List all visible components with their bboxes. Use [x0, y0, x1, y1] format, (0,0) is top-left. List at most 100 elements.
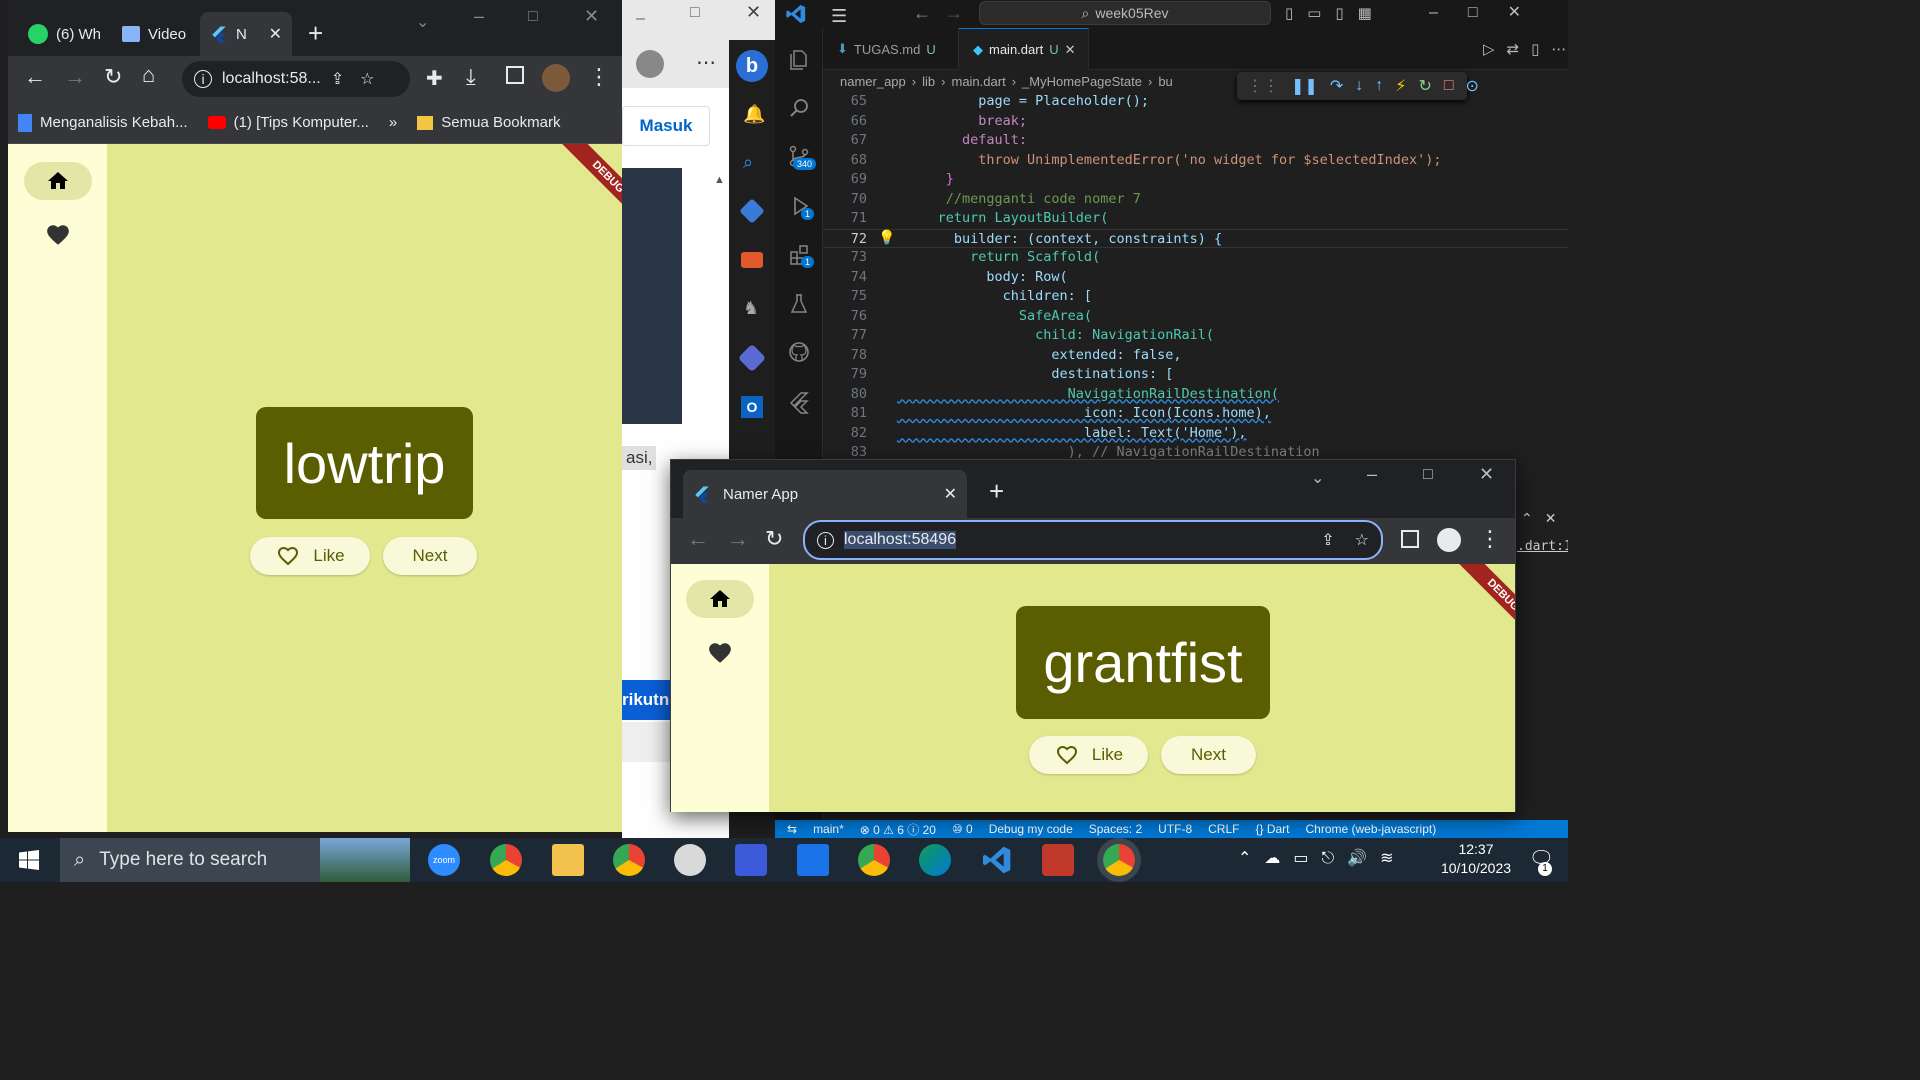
- back-icon[interactable]: ←: [687, 526, 709, 552]
- bookmark-star-icon[interactable]: ☆: [360, 69, 374, 89]
- close-tab-icon[interactable]: ✕: [1065, 42, 1076, 58]
- status-language[interactable]: {} Dart: [1255, 822, 1289, 836]
- edge-icon[interactable]: [919, 844, 951, 876]
- vscode-taskbar-icon[interactable]: [981, 844, 1013, 876]
- bing-copilot-icon[interactable]: b: [736, 50, 768, 82]
- status-eol[interactable]: CRLF: [1208, 822, 1239, 836]
- clock[interactable]: 12:37 10/10/2023: [1436, 840, 1516, 878]
- snipping-tool-icon[interactable]: [674, 844, 706, 876]
- notification-bell-icon[interactable]: 🔔: [743, 104, 765, 125]
- app-icon[interactable]: [735, 844, 767, 876]
- mail-icon[interactable]: [797, 844, 829, 876]
- breadcrumb-method[interactable]: bu: [1158, 74, 1172, 89]
- testing-flask-icon[interactable]: [787, 292, 811, 316]
- rail-home-destination[interactable]: [24, 162, 92, 200]
- new-tab-icon[interactable]: +: [989, 476, 1004, 507]
- status-debug[interactable]: Debug my code: [989, 822, 1073, 836]
- profile-avatar-icon[interactable]: [636, 50, 664, 78]
- minimize-icon[interactable]: –: [474, 6, 484, 27]
- blue-banner-text[interactable]: rikutn: [622, 680, 670, 720]
- reload-icon[interactable]: ↻: [765, 526, 783, 552]
- bookmark-star-icon[interactable]: ☆: [1355, 530, 1369, 550]
- address-bar[interactable]: i localhost:58496 ⇪ ☆: [803, 520, 1383, 560]
- copilot-icon[interactable]: [737, 343, 767, 373]
- tab-namer-app[interactable]: Namer App ✕: [683, 470, 967, 518]
- tab-tugas-md[interactable]: ⬇ TUGAS.md U: [823, 28, 959, 70]
- breadcrumb-lib[interactable]: lib: [922, 74, 935, 89]
- taskbar-search[interactable]: ⌕ Type here to search: [60, 838, 410, 882]
- close-tab-icon[interactable]: ✕: [944, 484, 957, 504]
- home-icon[interactable]: ⌂: [142, 62, 155, 88]
- back-icon[interactable]: ←: [913, 3, 931, 24]
- download-icon[interactable]: ⤓: [466, 64, 476, 90]
- close-tab-icon[interactable]: ✕: [269, 24, 282, 44]
- back-icon[interactable]: ←: [24, 64, 46, 90]
- share-icon[interactable]: ⇪: [1321, 530, 1334, 550]
- new-tab-icon[interactable]: +: [308, 18, 323, 49]
- chrome-active-icon[interactable]: [1103, 844, 1135, 876]
- menu-icon[interactable]: ☰: [831, 6, 847, 27]
- games-icon[interactable]: ♞: [743, 298, 759, 319]
- close-window-icon[interactable]: ✕: [1479, 464, 1494, 485]
- windows-start-icon[interactable]: [19, 850, 39, 870]
- breadcrumb-main-dart[interactable]: main.dart: [951, 74, 1005, 89]
- git-app-icon[interactable]: [1042, 844, 1074, 876]
- search-icon[interactable]: ⌕: [743, 152, 753, 173]
- tab-whatsapp[interactable]: (6) Wh: [18, 12, 112, 56]
- github-icon[interactable]: [787, 340, 811, 364]
- site-info-icon[interactable]: i: [817, 531, 834, 549]
- status-branch[interactable]: main*: [813, 822, 844, 836]
- close-icon[interactable]: ✕: [746, 2, 761, 23]
- status-spaces[interactable]: Spaces: 2: [1089, 822, 1142, 836]
- bookmark-item[interactable]: (1) [Tips Komputer...: [198, 114, 379, 131]
- side-panel-icon[interactable]: [1401, 530, 1419, 548]
- site-info-icon[interactable]: i: [194, 70, 212, 88]
- tab-search-icon[interactable]: ⌄: [1311, 468, 1324, 488]
- extensions-puzzle-icon[interactable]: ✚: [426, 66, 443, 91]
- next-button[interactable]: Next: [383, 537, 477, 575]
- reload-icon[interactable]: ↻: [104, 64, 122, 90]
- shopping-tag-icon[interactable]: [739, 198, 765, 224]
- forward-icon[interactable]: →: [945, 3, 963, 24]
- code-editor[interactable]: 65 page = Placeholder(); 66 break; 67 de…: [823, 92, 1568, 472]
- command-center-search[interactable]: ⌕ week05Rev: [979, 1, 1271, 25]
- maximize-icon[interactable]: □: [1423, 466, 1433, 484]
- more-menu-icon[interactable]: ⋯: [696, 50, 716, 75]
- status-encoding[interactable]: UTF-8: [1158, 822, 1192, 836]
- masuk-button[interactable]: Masuk: [622, 106, 710, 146]
- layout-toggle-icons[interactable]: ▯▭▯▦: [1285, 4, 1386, 22]
- minimize-icon[interactable]: –: [1367, 464, 1377, 485]
- all-bookmarks[interactable]: Semua Bookmark: [407, 114, 570, 131]
- bookmark-item[interactable]: Menganalisis Kebah...: [8, 113, 198, 132]
- profile-icon[interactable]: [1437, 528, 1461, 552]
- forward-icon[interactable]: →: [64, 64, 86, 90]
- rail-favorites-destination[interactable]: [45, 222, 71, 248]
- status-device[interactable]: Chrome (web-javascript): [1306, 822, 1437, 836]
- minimize-icon[interactable]: –: [636, 10, 645, 28]
- kebab-menu-icon[interactable]: ⋮: [588, 64, 610, 90]
- search-icon[interactable]: [787, 96, 811, 120]
- close-window-icon[interactable]: ✕: [584, 6, 599, 27]
- window-controls[interactable]: –□✕: [1429, 2, 1551, 22]
- outlook-icon[interactable]: O: [741, 396, 763, 418]
- tab-search-icon[interactable]: ⌄: [416, 12, 429, 32]
- file-explorer-icon[interactable]: [552, 844, 584, 876]
- side-panel-icon[interactable]: [506, 66, 524, 84]
- like-button[interactable]: Like: [1029, 736, 1148, 774]
- profile-avatar[interactable]: [542, 64, 570, 92]
- scroll-up-icon[interactable]: ▲: [714, 174, 725, 186]
- like-button[interactable]: Like: [250, 537, 370, 575]
- maximize-icon[interactable]: □: [528, 8, 538, 26]
- bookmark-overflow[interactable]: »: [379, 114, 407, 131]
- panel-controls[interactable]: ⌃✕: [1517, 510, 1568, 527]
- terminal-link[interactable]: .dart:1: [1517, 539, 1568, 554]
- chrome-profile-icon[interactable]: [490, 844, 522, 876]
- status-ports[interactable]: ⑩ 0: [952, 822, 973, 836]
- tab-video[interactable]: Video: [112, 12, 200, 56]
- breadcrumb-class[interactable]: _MyHomePageState: [1022, 74, 1142, 89]
- zoom-app-icon[interactable]: zoom: [428, 844, 460, 876]
- remote-icon[interactable]: ⇆: [787, 822, 797, 836]
- explorer-icon[interactable]: [787, 48, 811, 72]
- breadcrumb-namer-app[interactable]: namer_app: [840, 74, 906, 89]
- kebab-menu-icon[interactable]: ⋮: [1479, 526, 1501, 552]
